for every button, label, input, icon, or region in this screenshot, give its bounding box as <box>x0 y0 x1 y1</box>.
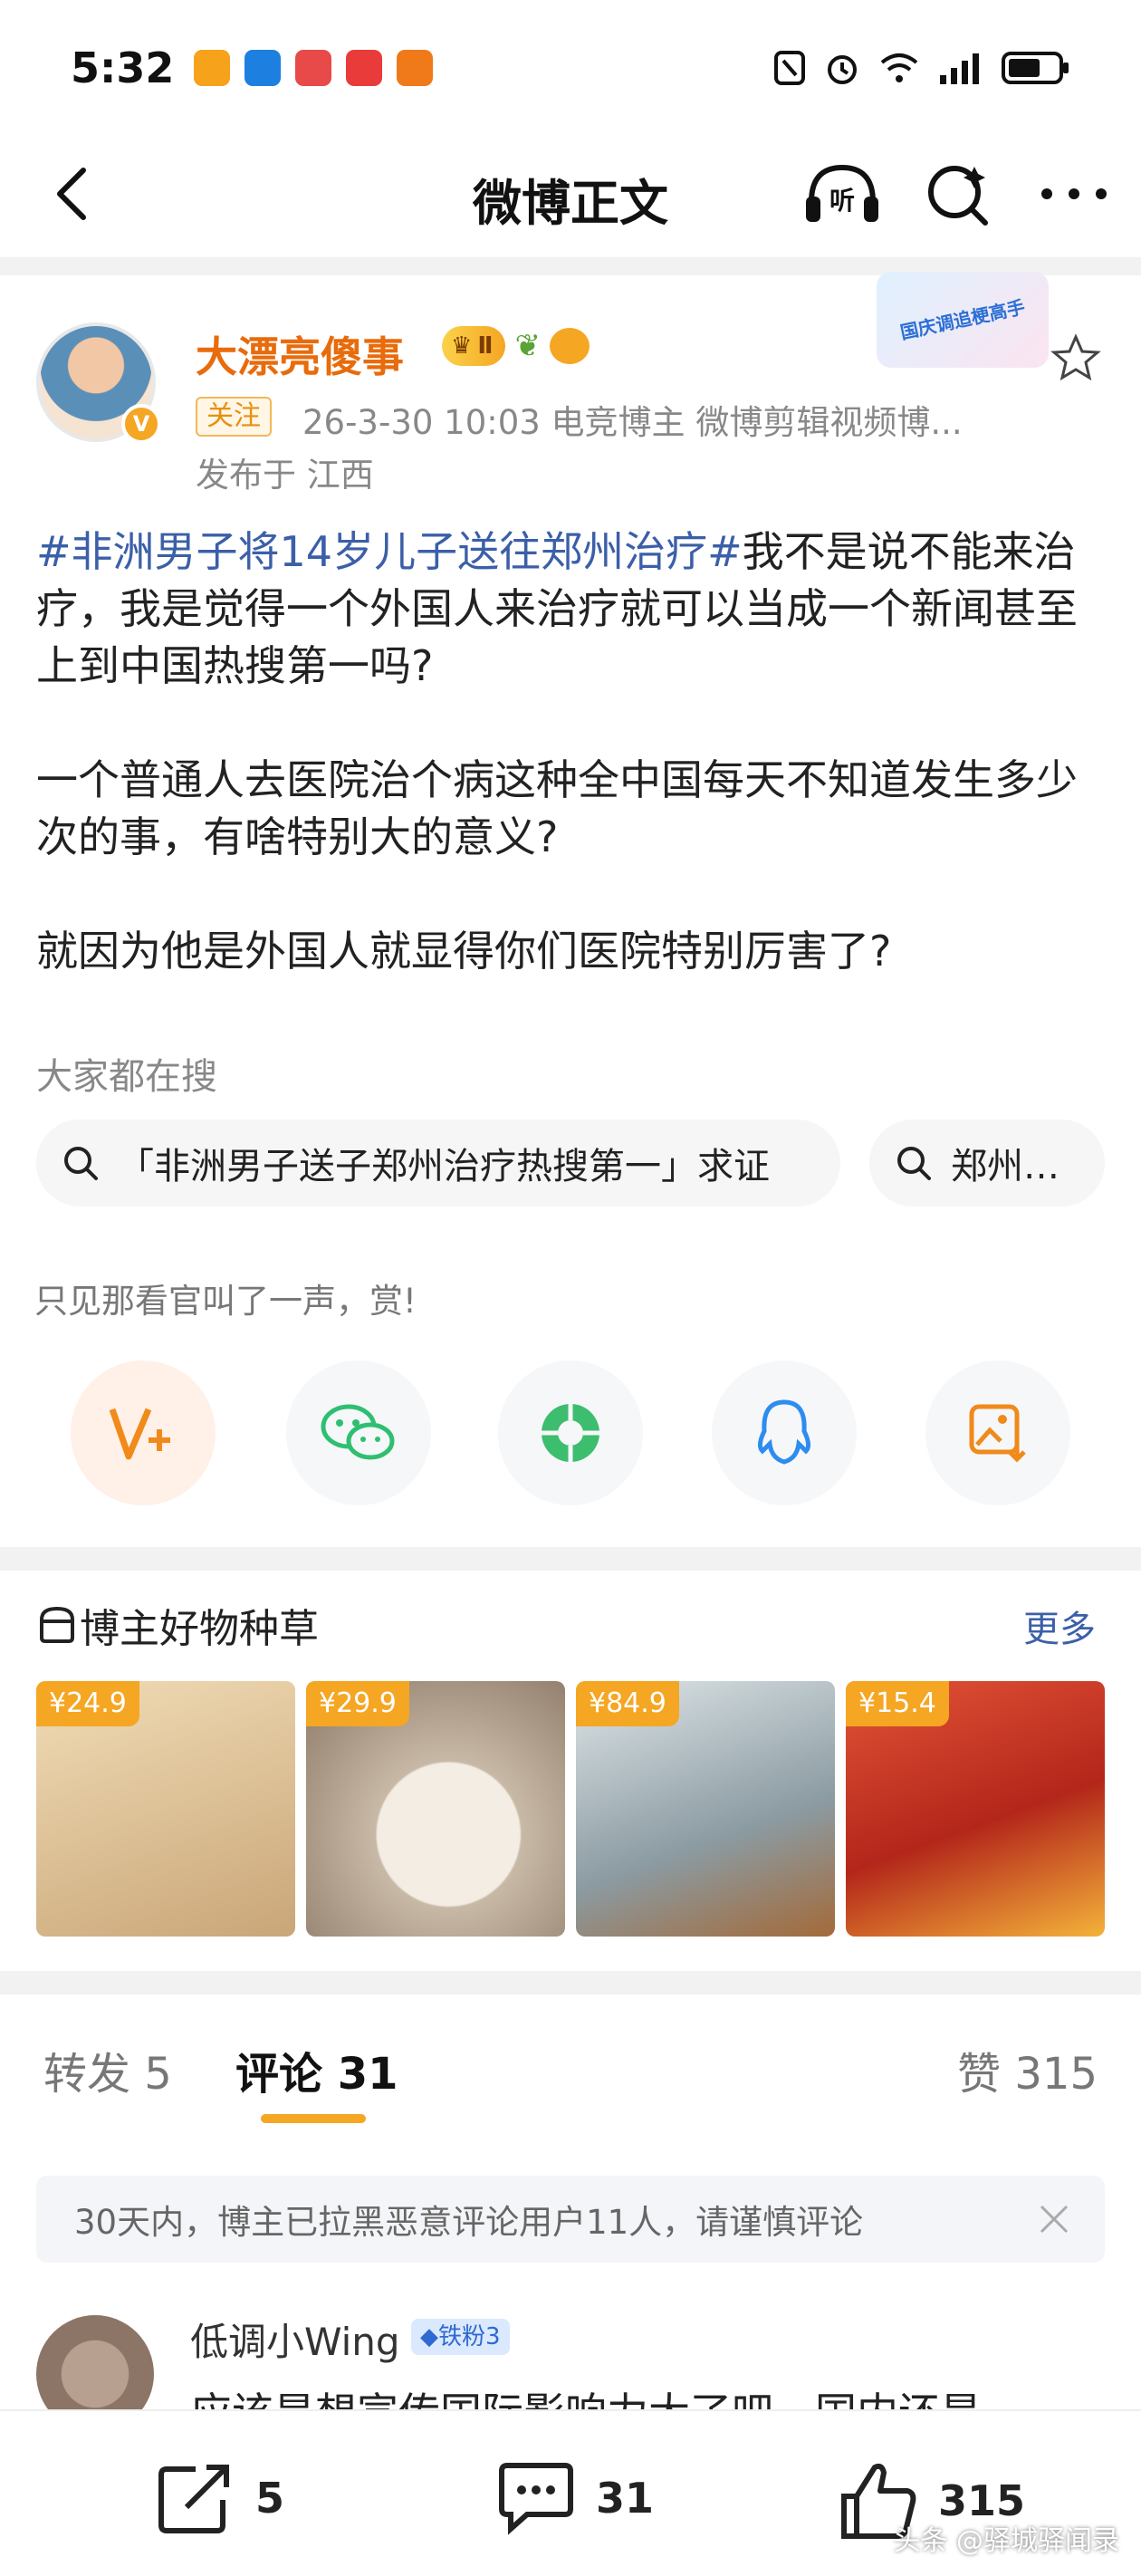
share-wechat-button[interactable] <box>286 1360 431 1505</box>
reward-text: 只见那看官叫了一声，赏! <box>34 1282 417 1321</box>
watermark: 头条 @驿城驿闻录 <box>893 2525 1119 2557</box>
product-card[interactable]: ¥24.9 <box>36 1681 295 1937</box>
post-paragraph: 一个普通人去医院治个病这种全中国每天不知道发生多少次的事，有啥特别大的意义? <box>36 755 1078 861</box>
tab-repost[interactable]: 转发 5 <box>43 2038 172 2101</box>
qq-icon <box>757 1399 811 1465</box>
app-notification-icon <box>295 50 332 86</box>
vplus-icon <box>109 1408 170 1460</box>
price-tag: ¥24.9 <box>36 1681 139 1726</box>
sprout-icon: ❦ <box>514 328 541 364</box>
post-body: #非洲男子将14岁儿子送往郑州治疗#我不是说不能来治疗，我是觉得一个外国人来治疗… <box>36 524 1105 980</box>
shop-icon <box>40 1606 74 1643</box>
post-location: 发布于 江西 <box>196 456 374 495</box>
status-bar: 5:32 <box>0 0 1141 136</box>
battery-icon <box>1002 52 1069 84</box>
share-arrow-icon <box>158 2465 229 2533</box>
app-notification-icon <box>244 50 282 86</box>
products-title: 博主好物种草 <box>80 1606 319 1652</box>
search-icon <box>64 1147 98 1180</box>
divider <box>0 1971 1141 1994</box>
comment-notice: 30天内，博主已拉黑恶意评论用户11人，请谨慎评论 <box>36 2176 1105 2263</box>
repost-button[interactable]: 5 <box>156 2460 284 2536</box>
status-time: 5:32 <box>71 43 175 92</box>
post-meta: 26-3-30 10:03 电竞博主 微博剪辑视频博... <box>302 403 963 442</box>
hashtag-link[interactable]: #非洲男子将14岁儿子送往郑州治疗# <box>36 527 743 576</box>
product-card[interactable]: ¥84.9 <box>576 1681 835 1937</box>
hot-search-label: 大家都在搜 <box>36 1056 217 1098</box>
repost-count: 5 <box>255 2474 285 2523</box>
svg-text:听: 听 <box>829 186 855 216</box>
more-button[interactable] <box>1034 158 1114 230</box>
price-tag: ¥84.9 <box>576 1681 679 1726</box>
verified-icon: V <box>121 404 161 444</box>
commenter-name[interactable]: 低调小Wing <box>190 2312 400 2367</box>
nav-bar: 微博正文 听 <box>0 136 1141 254</box>
level-text: Ⅱ <box>477 332 494 360</box>
alarm-icon <box>828 55 857 84</box>
hot-search-chip-text: 「非洲男子送子郑州治疗热搜第一」求证 <box>118 1146 770 1187</box>
follow-tag[interactable]: 关注 <box>196 397 272 437</box>
product-card[interactable]: ¥29.9 <box>306 1681 565 1937</box>
comment-count: 31 <box>596 2474 655 2523</box>
signal-icon <box>940 53 979 84</box>
tab-like[interactable]: 赞 315 <box>957 2038 1098 2101</box>
products-more-link[interactable]: 更多 <box>1023 1600 1096 1652</box>
author-name[interactable]: 大漂亮傻事 <box>196 324 404 384</box>
post-paragraph: 就因为他是外国人就显得你们医院特别厉害了? <box>36 927 892 976</box>
tab-comment[interactable]: 评论 31 <box>235 2038 398 2101</box>
author-badges: ♛ Ⅱ ❦ <box>442 326 590 366</box>
app-notification-icon <box>194 50 231 86</box>
hot-search-chip[interactable]: 「非洲男子送子郑州治疗热搜第一」求证 <box>36 1120 840 1206</box>
hot-search-chip-text: 郑州… <box>951 1146 1060 1187</box>
save-image-button[interactable] <box>925 1360 1070 1505</box>
search-icon <box>897 1147 931 1180</box>
more-dots-icon <box>1041 188 1107 199</box>
share-moments-button[interactable] <box>498 1360 643 1505</box>
event-badge[interactable]: 国庆调追梗高手 <box>877 272 1049 368</box>
close-icon[interactable] <box>1036 2201 1072 2237</box>
reward-vplus-button[interactable] <box>71 1360 216 1505</box>
listen-button[interactable]: 听 <box>802 158 882 230</box>
search-button[interactable] <box>918 158 998 230</box>
headphones-icon: 听 <box>806 164 878 222</box>
active-tab-indicator <box>261 2114 366 2123</box>
notification-icons <box>194 50 434 86</box>
favorite-star-icon[interactable] <box>1049 332 1103 386</box>
moments-icon <box>542 1404 599 1462</box>
fan-badge: ◆铁粉3 <box>411 2319 510 2355</box>
search-icon <box>928 166 988 226</box>
bottom-action-bar: 5 31 315 头条 @驿城驿闻录 <box>0 2409 1141 2576</box>
share-qq-button[interactable] <box>712 1360 857 1505</box>
fish-icon <box>549 328 590 364</box>
wechat-icon <box>321 1404 395 1460</box>
wifi-icon <box>880 53 918 82</box>
event-badge-text: 国庆调追梗高手 <box>898 295 1027 344</box>
app-notification-icon <box>397 50 434 86</box>
comment-bubble-icon <box>499 2463 573 2535</box>
notice-text: 30天内，博主已拉黑恶意评论用户11人，请谨慎评论 <box>74 2203 864 2242</box>
save-image-icon <box>969 1404 1026 1463</box>
post-paragraph: #非洲男子将14岁儿子送往郑州治疗#我不是说不能来治疗，我是觉得一个外国人来治疗… <box>36 524 1105 695</box>
hot-search-chip[interactable]: 郑州… <box>869 1120 1105 1206</box>
crown-icon: ♛ <box>451 332 473 360</box>
comment-button[interactable]: 31 <box>496 2460 654 2536</box>
price-tag: ¥29.9 <box>306 1681 409 1726</box>
nfc-icon <box>774 51 805 85</box>
price-tag: ¥15.4 <box>846 1681 949 1726</box>
status-indicators <box>773 50 1070 86</box>
product-card[interactable]: ¥15.4 <box>846 1681 1105 1937</box>
app-notification-icon <box>346 50 383 86</box>
level-badge[interactable]: ♛ Ⅱ <box>442 326 506 366</box>
divider <box>0 1547 1141 1571</box>
